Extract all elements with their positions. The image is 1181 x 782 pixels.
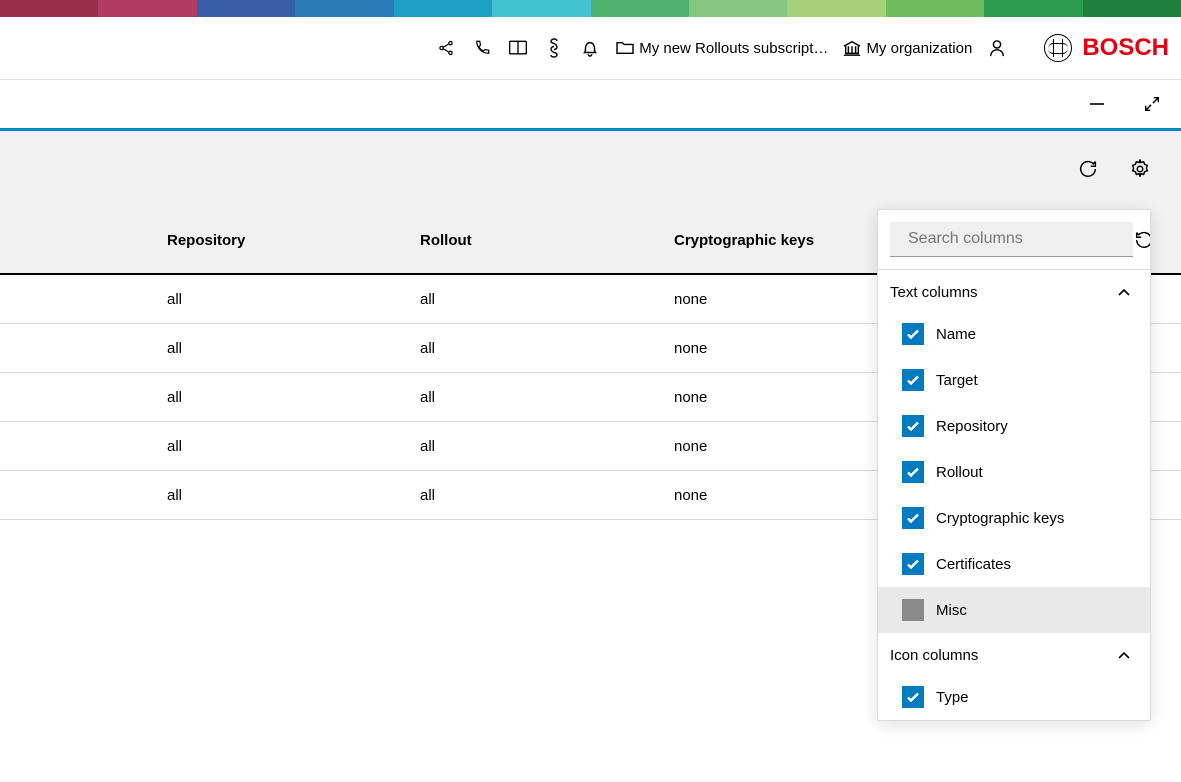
organization-label: My organization — [866, 40, 972, 57]
column-option[interactable]: Target — [878, 357, 1150, 403]
text-columns-group[interactable]: Text columns — [878, 270, 1150, 311]
column-option-label: Target — [936, 372, 978, 389]
col-header-repository[interactable]: Repository — [0, 232, 420, 249]
column-option[interactable]: Cryptographic keys — [878, 495, 1150, 541]
cell-rollout: all — [420, 438, 674, 455]
checkbox-checked-icon — [902, 686, 924, 708]
checkbox-checked-icon — [902, 553, 924, 575]
column-option-label: Type — [936, 689, 969, 706]
topbar: My new Rollouts subscript… My organizati… — [0, 17, 1181, 80]
cell-crypto: none — [674, 438, 707, 455]
checkbox-unchecked-icon — [902, 599, 924, 621]
cell-crypto: none — [674, 291, 707, 308]
icon-columns-label: Icon columns — [890, 647, 978, 664]
cell-crypto: none — [674, 340, 707, 357]
column-settings-popover: Text columns Name Target Repository Rollout… — [877, 209, 1151, 721]
text-columns-label: Text columns — [890, 284, 978, 301]
cell-rollout: all — [420, 340, 674, 357]
checkbox-checked-icon — [902, 461, 924, 483]
organization-icon — [842, 39, 862, 57]
cell-rollout: all — [420, 389, 674, 406]
col-header-crypto[interactable]: Cryptographic keys — [674, 232, 814, 249]
checkbox-checked-icon — [902, 369, 924, 391]
column-option[interactable]: Repository — [878, 403, 1150, 449]
column-option-label: Certificates — [936, 556, 1011, 573]
cell-repository: all — [0, 291, 420, 308]
minimize-button[interactable] — [1087, 94, 1107, 114]
phone-icon[interactable] — [467, 33, 497, 63]
bosch-armature-icon — [1044, 34, 1072, 62]
cell-crypto: none — [674, 389, 707, 406]
column-option[interactable]: Name — [878, 311, 1150, 357]
share-icon[interactable] — [431, 33, 461, 63]
column-option[interactable]: Rollout — [878, 449, 1150, 495]
table-toolbar — [0, 131, 1181, 207]
cell-repository: all — [0, 487, 420, 504]
panel-controls — [0, 80, 1181, 128]
section-icon[interactable] — [539, 33, 569, 63]
folder-icon — [615, 40, 635, 56]
reset-columns-button[interactable] — [1133, 210, 1151, 269]
checkbox-checked-icon — [902, 323, 924, 345]
col-header-rollout[interactable]: Rollout — [420, 232, 674, 249]
column-search-input[interactable] — [890, 222, 1133, 257]
cell-rollout: all — [420, 291, 674, 308]
column-option[interactable]: Type — [878, 674, 1150, 720]
icon-columns-group[interactable]: Icon columns — [878, 633, 1150, 674]
column-option-label: Rollout — [936, 464, 983, 481]
checkbox-checked-icon — [902, 415, 924, 437]
column-option[interactable]: Certificates — [878, 541, 1150, 587]
bosch-logo: BOSCH — [1044, 34, 1169, 62]
cell-rollout: all — [420, 487, 674, 504]
chevron-up-icon — [1116, 285, 1132, 301]
bosch-wordmark: BOSCH — [1082, 34, 1169, 62]
refresh-button[interactable] — [1077, 158, 1099, 180]
subscription-label: My new Rollouts subscript… — [639, 40, 828, 57]
brand-supergraphic — [0, 0, 1181, 17]
column-option-label: Cryptographic keys — [936, 510, 1064, 527]
settings-button[interactable] — [1129, 158, 1151, 180]
column-option-label: Name — [936, 326, 976, 343]
column-option-label: Misc — [936, 602, 967, 619]
checkbox-checked-icon — [902, 507, 924, 529]
subscription-selector[interactable]: My new Rollouts subscript… — [611, 40, 832, 57]
cell-crypto: none — [674, 487, 707, 504]
book-icon[interactable] — [503, 33, 533, 63]
organization-selector[interactable]: My organization — [838, 39, 976, 57]
chevron-up-icon — [1116, 648, 1132, 664]
cell-repository: all — [0, 438, 420, 455]
expand-button[interactable] — [1143, 95, 1161, 113]
user-icon[interactable] — [982, 33, 1012, 63]
cell-repository: all — [0, 389, 420, 406]
column-option-label: Repository — [936, 418, 1008, 435]
cell-repository: all — [0, 340, 420, 357]
bell-icon[interactable] — [575, 33, 605, 63]
column-option[interactable]: Misc — [878, 587, 1150, 633]
